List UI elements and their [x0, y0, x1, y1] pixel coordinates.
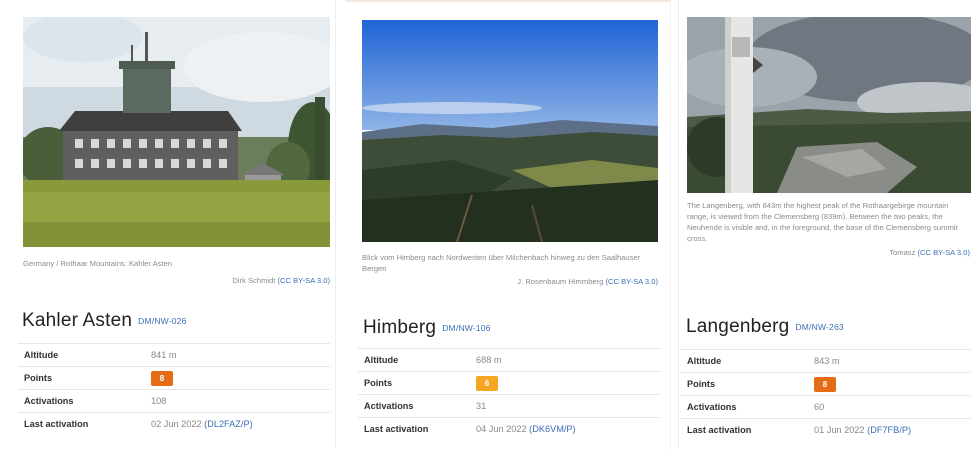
summit-title: Himberg DM/NW-106: [363, 317, 491, 339]
summit-name: Langenberg: [686, 316, 790, 337]
last-activation-date: 04 Jun 2022: [476, 424, 527, 434]
altitude-label: Altitude: [358, 348, 470, 372]
stats-row-points: Points 6: [358, 371, 660, 395]
summit-card-himberg: Blick vom Himberg nach Nordwesten über M…: [345, 0, 671, 450]
points-badge: 8: [814, 376, 836, 392]
altitude-value: 843 m: [808, 349, 971, 373]
summit-card-langenberg: The Langenberg, with 843m the highest pe…: [678, 0, 971, 448]
credit-author: Tomasz: [889, 248, 916, 257]
summit-reference-link[interactable]: DM/NW-263: [795, 322, 843, 332]
stats-row-altitude: Altitude 843 m: [681, 349, 971, 373]
photo-caption: Blick vom Himberg nach Nordwesten über M…: [362, 252, 658, 287]
last-activation-label: Last activation: [358, 417, 470, 440]
photo-credit: J. Rosenbaum Himmberg (CC BY-SA 3.0): [362, 276, 658, 287]
license-link[interactable]: (CC BY-SA 3.0): [606, 277, 658, 286]
activations-label: Activations: [681, 395, 808, 419]
summit-reference-link[interactable]: DM/NW-026: [138, 316, 186, 326]
altitude-value: 688 m: [470, 348, 660, 372]
stats-row-activations: Activations 108: [18, 389, 330, 413]
stats-row-activations: Activations 31: [358, 394, 660, 418]
summit-stats-table: Altitude 688 m Points 6 Activations 31 L…: [358, 348, 660, 440]
summit-stats-table: Altitude 841 m Points 8 Activations 108 …: [18, 343, 330, 435]
summit-photo[interactable]: [362, 20, 658, 242]
points-badge: 6: [476, 375, 498, 391]
activations-label: Activations: [18, 389, 145, 413]
caption-text: The Langenberg, with 843m the highest pe…: [687, 201, 958, 243]
caption-text: Blick vom Himberg nach Nordwesten über M…: [362, 253, 641, 273]
altitude-label: Altitude: [18, 343, 145, 367]
altitude-value: 841 m: [145, 343, 330, 367]
license-link[interactable]: (CC BY-SA 3.0): [278, 276, 330, 285]
points-label: Points: [18, 366, 145, 390]
altitude-label: Altitude: [681, 349, 808, 373]
activations-value: 60: [808, 395, 971, 419]
stats-row-activations: Activations 60: [681, 395, 971, 419]
stats-row-last-activation: Last activation 04 Jun 2022 (DK6VM/P): [358, 417, 660, 440]
photo-caption: Germany / Rothaar Mountains: Kahler Aste…: [23, 258, 330, 286]
stats-row-altitude: Altitude 841 m: [18, 343, 330, 367]
summit-stats-table: Altitude 843 m Points 8 Activations 60 L…: [681, 349, 971, 441]
points-badge: 8: [151, 370, 173, 386]
activator-callsign-link[interactable]: (DK6VM/P): [529, 424, 575, 434]
photo-credit: Dirk Schmidt (CC BY-SA 3.0): [23, 275, 330, 286]
summit-name: Himberg: [363, 317, 437, 338]
summit-photo[interactable]: [23, 17, 330, 247]
summit-card-kahler-asten: Germany / Rothaar Mountains: Kahler Aste…: [0, 0, 336, 448]
points-label: Points: [358, 371, 470, 395]
summit-photo[interactable]: [687, 17, 971, 193]
stats-row-last-activation: Last activation 02 Jun 2022 (DL2FAZ/P): [18, 412, 330, 435]
last-activation-label: Last activation: [18, 412, 145, 435]
credit-author: Dirk Schmidt: [232, 276, 276, 285]
activator-callsign-link[interactable]: (DL2FAZ/P): [204, 419, 253, 429]
photo-caption: The Langenberg, with 843m the highest pe…: [687, 200, 970, 258]
activations-value: 31: [470, 394, 660, 418]
credit-author: J. Rosenbaum Himmberg: [517, 277, 604, 286]
stats-row-points: Points 8: [681, 372, 971, 396]
last-activation-label: Last activation: [681, 418, 808, 441]
caption-text: Germany / Rothaar Mountains: Kahler Aste…: [23, 259, 172, 268]
points-label: Points: [681, 372, 808, 396]
last-activation-date: 01 Jun 2022: [814, 425, 865, 435]
summit-title: Kahler Asten DM/NW-026: [22, 310, 187, 332]
summit-name: Kahler Asten: [22, 310, 133, 331]
stats-row-last-activation: Last activation 01 Jun 2022 (DF7FB/P): [681, 418, 971, 441]
photo-credit: Tomasz (CC BY-SA 3.0): [687, 247, 970, 258]
activations-value: 108: [145, 389, 330, 413]
activator-callsign-link[interactable]: (DF7FB/P): [867, 425, 911, 435]
stats-row-altitude: Altitude 688 m: [358, 348, 660, 372]
license-link[interactable]: (CC BY-SA 3.0): [918, 248, 970, 257]
activations-label: Activations: [358, 394, 470, 418]
summit-title: Langenberg DM/NW-263: [686, 316, 844, 338]
stats-row-points: Points 8: [18, 366, 330, 390]
summit-reference-link[interactable]: DM/NW-106: [442, 323, 490, 333]
last-activation-date: 02 Jun 2022: [151, 419, 202, 429]
